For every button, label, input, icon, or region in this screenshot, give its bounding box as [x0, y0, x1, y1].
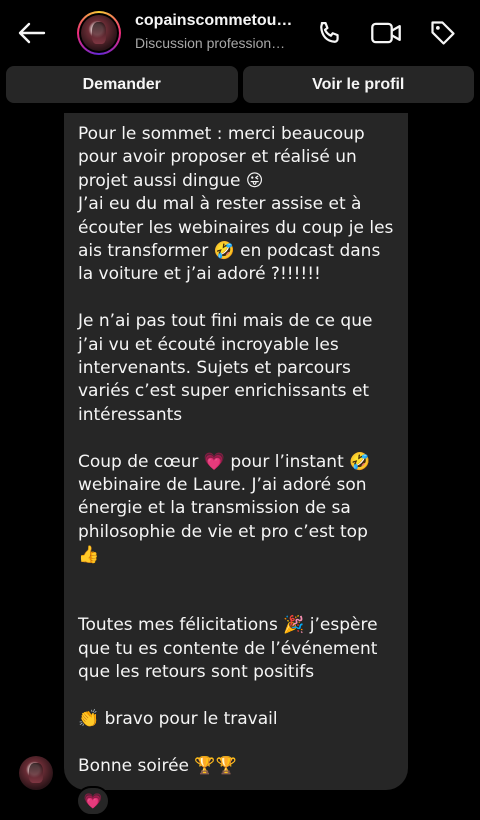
profile-actions: Demander Voir le profil: [6, 66, 474, 103]
arrow-left-icon: [18, 22, 46, 44]
message-paragraph: Bonne soirée 🏆🏆: [78, 755, 237, 776]
message-bubble[interactable]: Pour le sommet : merci beaucoup pour avo…: [64, 113, 408, 790]
label-button[interactable]: [427, 17, 459, 49]
heart-reaction[interactable]: 💗: [76, 786, 110, 816]
back-button[interactable]: [14, 16, 48, 50]
ask-button[interactable]: Demander: [6, 66, 238, 103]
message-paragraph: Toutes mes félicitations 🎉 j’espère que …: [78, 615, 378, 683]
video-camera-icon: [371, 22, 401, 44]
contact-subtitle: Discussion profession…: [135, 35, 286, 51]
tag-icon: [431, 21, 455, 45]
message-paragraph: Coup de cœur 💗 pour l’instant 🤣 webinair…: [78, 451, 371, 566]
message-paragraph: 👏 bravo pour le travail: [78, 709, 278, 730]
contact-avatar[interactable]: [77, 11, 121, 55]
call-button[interactable]: [314, 17, 346, 49]
chat-header: copainscommetou… Discussion profession…: [0, 0, 480, 66]
message-paragraph: Je n’ai pas tout fini mais de ce que j’a…: [78, 311, 373, 425]
video-call-button[interactable]: [370, 17, 402, 49]
message-paragraph: Pour le sommet : merci beaucoup pour avo…: [78, 124, 394, 285]
phone-icon: [320, 21, 339, 43]
contact-name[interactable]: copainscommetou…: [135, 12, 295, 30]
sender-avatar[interactable]: [19, 756, 53, 790]
view-profile-button[interactable]: Voir le profil: [242, 66, 474, 103]
